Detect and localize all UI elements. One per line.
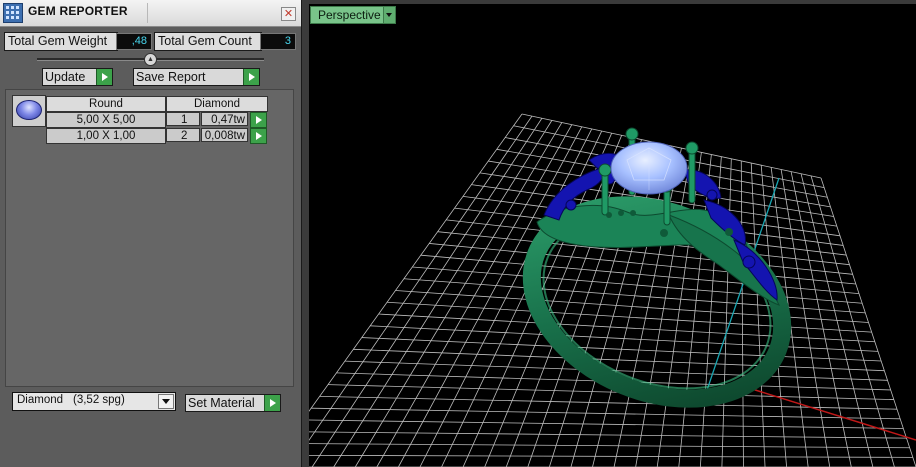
play-arrow-icon[interactable] [250, 128, 267, 144]
gem-size-cell: 5,00 X 5,00 [46, 112, 166, 128]
gem-weight-cell: 0,47tw [201, 112, 248, 126]
set-material-button-label: Set Material [188, 396, 255, 410]
gem-thumbnail[interactable] [12, 95, 46, 127]
gem-count-cell: 2 [166, 128, 200, 142]
grid-line [353, 348, 885, 372]
grid-line [309, 454, 913, 458]
save-report-button[interactable]: Save Report [133, 68, 260, 86]
grid-line [790, 171, 852, 467]
3d-viewport[interactable]: Perspective [309, 0, 916, 467]
grid-line [613, 148, 682, 467]
grid-line [309, 113, 523, 412]
material-density: (3,52 spg) [73, 394, 125, 406]
chevron-down-icon[interactable] [158, 394, 174, 409]
gem-round-icon [16, 100, 42, 120]
grid-line [309, 115, 533, 441]
gem-list: Round Diamond 5,00 X 5,00 1 0,47tw 1,00 … [5, 89, 294, 387]
grid-line [361, 337, 882, 362]
column-header-shape: Round [46, 96, 166, 112]
grid-line [820, 177, 916, 467]
material-name: Diamond [17, 394, 64, 406]
grid-line [370, 325, 879, 352]
gem-size-cell: 1,00 X 1,00 [46, 128, 166, 144]
gem-count-cell: 1 [166, 112, 200, 126]
total-gem-count-value: 3 [260, 33, 296, 50]
total-gem-weight-value: ,48 [116, 33, 152, 50]
play-arrow-icon[interactable] [250, 112, 267, 128]
grid-line [309, 443, 910, 449]
grid-line [309, 431, 907, 439]
grid-line [311, 407, 901, 420]
panel-titlebar: GEM REPORTER ✕ [0, 0, 301, 27]
app-icon [3, 3, 23, 23]
ring-render [309, 113, 916, 467]
title-divider [147, 3, 148, 23]
total-gem-count-label: Total Gem Count [154, 32, 262, 51]
material-dropdown[interactable]: Diamond (3,52 spg) [12, 392, 176, 411]
update-button[interactable]: Update [42, 68, 113, 86]
close-icon[interactable]: ✕ [281, 7, 296, 21]
grid-line [810, 175, 895, 467]
center-stone [610, 141, 688, 195]
grid-line [309, 419, 904, 429]
gem-reporter-panel: GEM REPORTER ✕ Total Gem Weight ,48 Tota… [0, 0, 301, 467]
gem-weight-cell: 0,008tw [201, 128, 248, 142]
column-header-material: Diamond [166, 96, 268, 112]
x-axis-line [751, 388, 916, 441]
slider-knob-icon[interactable]: ▲ [144, 53, 157, 66]
save-report-button-label: Save Report [136, 70, 206, 84]
total-gem-weight-label: Total Gem Weight [4, 32, 118, 51]
update-button-label: Update [45, 70, 86, 84]
play-arrow-icon[interactable] [243, 69, 259, 85]
play-arrow-icon[interactable] [96, 69, 112, 85]
play-arrow-icon[interactable] [264, 395, 280, 411]
set-material-button[interactable]: Set Material [185, 394, 281, 412]
panel-title: GEM REPORTER [28, 4, 128, 18]
